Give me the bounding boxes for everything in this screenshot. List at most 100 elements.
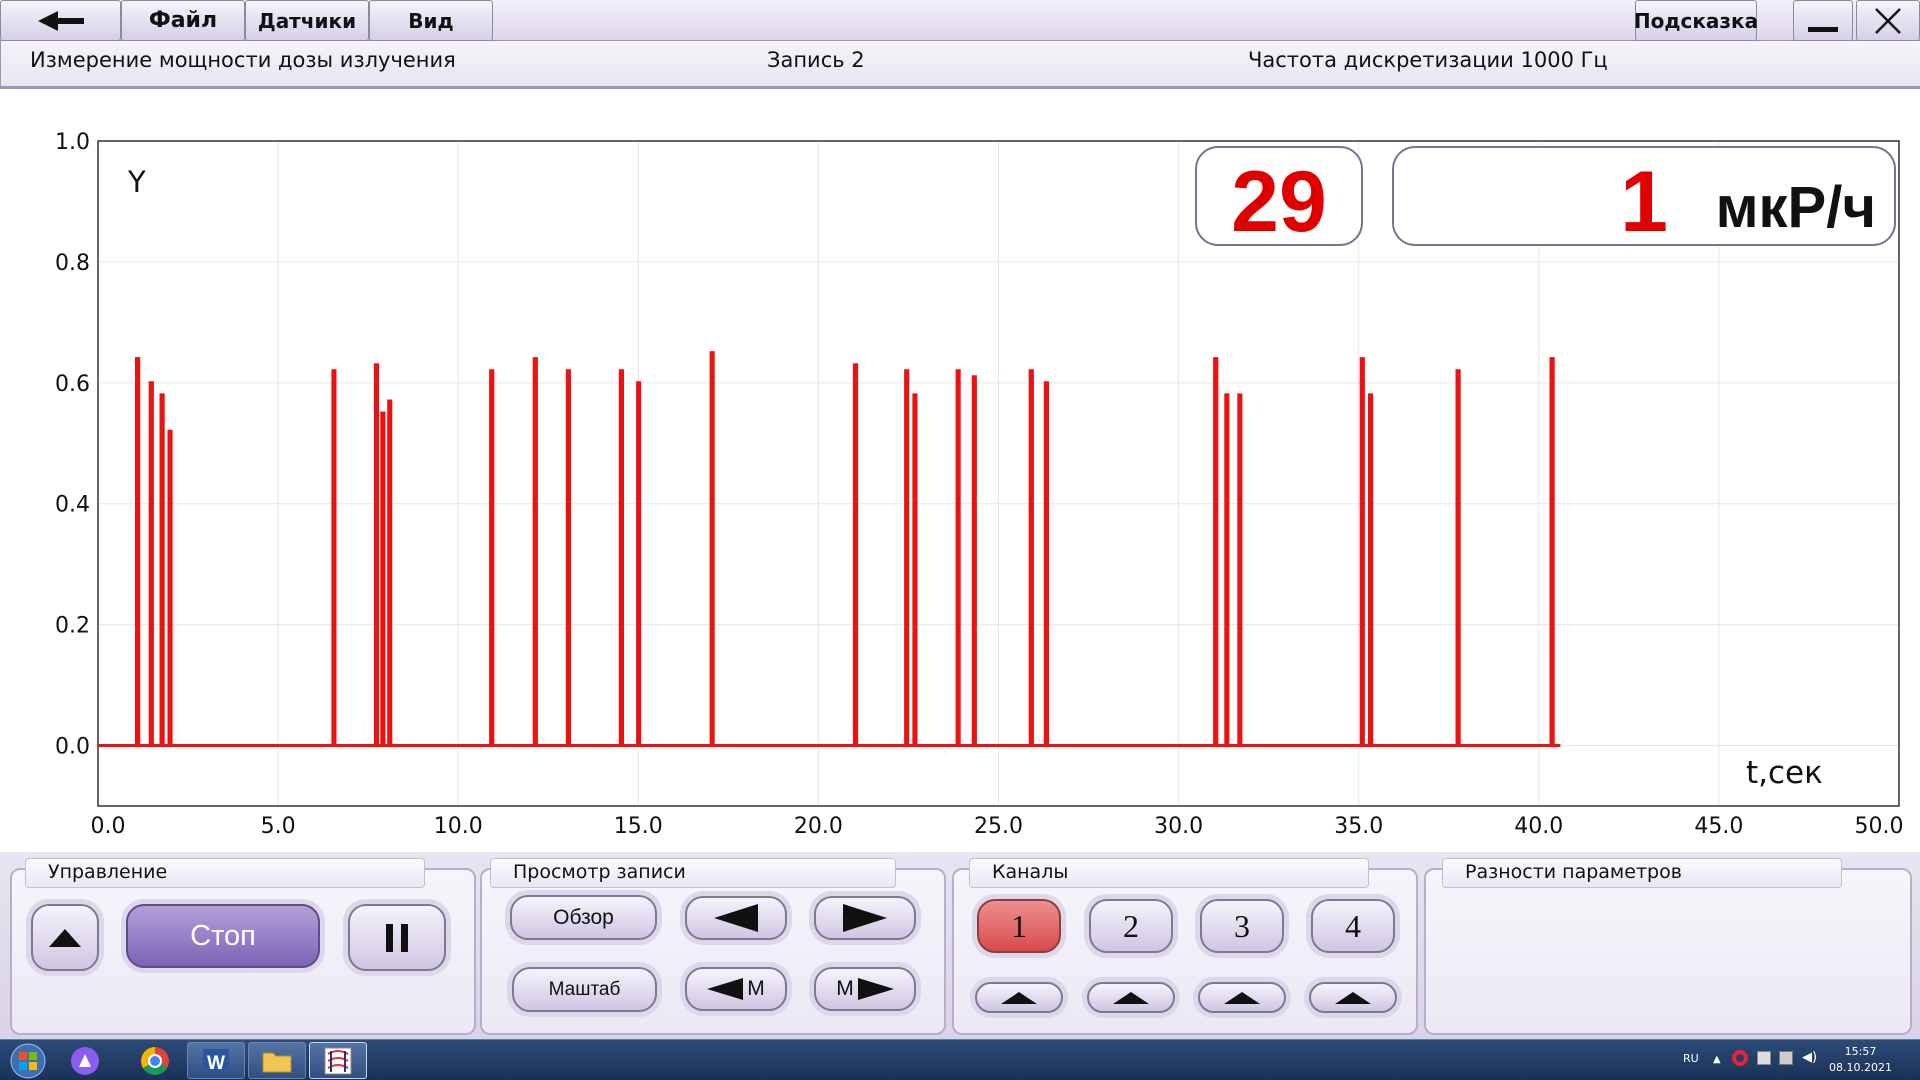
minimize-icon [1808,27,1838,32]
dose-unit: мкР/ч [1716,175,1876,240]
measurement-title: Измерение мощности дозы излучения [30,48,456,72]
y-tick-label: 1.0 [55,130,90,155]
tray-opera-icon[interactable] [1732,1050,1748,1066]
alice-icon [71,1046,99,1075]
channel-4-button[interactable]: 4 [1311,899,1395,953]
x-axis-label: t,сек [1746,755,1823,791]
arrow-right-icon [857,978,894,1000]
arrow-up-icon [1113,991,1149,1004]
y-tick-label: 0.4 [55,493,90,518]
back-arrow-icon [37,10,84,31]
y-axis-label: Y [127,165,146,199]
channel-2-up-button[interactable] [1087,982,1175,1013]
scale-button[interactable]: Маштаб [512,967,657,1012]
arrow-up-icon [1001,991,1037,1004]
zoom-right-m-label: М [836,977,854,1000]
arrow-right-icon [843,904,887,932]
scroll-left-button[interactable] [685,896,787,940]
channel-1-up-button[interactable] [975,982,1063,1013]
channel-3-button[interactable]: 3 [1200,899,1284,953]
windows-logo-icon [10,1043,46,1078]
up-button[interactable] [31,904,99,971]
tray-arrow-icon[interactable]: ▲ [1713,1054,1721,1065]
x-tick-label: 35.0 [1334,814,1383,839]
zoom-right-button[interactable]: М [814,967,916,1011]
close-icon [1875,7,1901,34]
clock[interactable]: 15:57 08.10.2021 [1829,1044,1892,1076]
arrow-left-icon [714,904,758,932]
clock-date: 08.10.2021 [1829,1061,1892,1074]
word-button[interactable]: W [187,1042,245,1079]
scroll-right-button[interactable] [814,896,916,940]
x-tick-label: 10.0 [434,814,483,839]
alice-button[interactable] [66,1042,104,1079]
back-button[interactable] [0,0,121,41]
diff-group [1424,868,1912,1035]
zoom-left-button[interactable]: М [685,967,787,1011]
word-icon: W [203,1048,229,1074]
control-group-title: Управление [25,858,425,888]
y-tick-label: 0.6 [55,372,90,397]
clock-time: 15:57 [1844,1045,1877,1058]
tray-network-icon[interactable] [1779,1051,1793,1065]
chrome-button[interactable] [136,1042,174,1079]
sample-rate-label: Частота дискретизации 1000 Гц [1248,48,1608,72]
menu-bar: Файл Датчики Вид Подсказка [0,0,1920,41]
hint-button[interactable]: Подсказка [1634,0,1758,41]
arrow-up-icon [49,928,81,947]
channel-3-up-button[interactable] [1198,982,1286,1013]
signal-trace [98,351,1561,747]
x-tick-label: 15.0 [614,814,663,839]
channel-4-up-button[interactable] [1309,982,1397,1013]
x-tick-label: 30.0 [1154,814,1203,839]
channel-2-button[interactable]: 2 [1089,899,1173,953]
pause-icon [386,923,408,952]
tray-flag-icon[interactable] [1757,1051,1771,1065]
diff-group-title: Разности параметров [1442,858,1842,888]
dose-value: 1 [1620,154,1668,250]
app-button[interactable] [309,1042,367,1079]
info-bar: Измерение мощности дозы излучения Запись… [0,41,1920,89]
menu-file[interactable]: Файл [121,0,245,41]
taskbar: W RU ▲ ◀) 15:57 08.10.2021 [0,1039,1920,1080]
view-group-title: Просмотр записи [490,858,896,888]
x-tick-label: 50.0 [1855,814,1904,839]
x-tick-label: 40.0 [1514,814,1563,839]
channel-3-label: 3 [1234,907,1250,944]
close-button[interactable] [1856,0,1920,41]
y-tick-label: 0.0 [55,735,90,760]
x-tick-label: 5.0 [261,814,296,839]
arrow-left-icon [707,978,744,1000]
channel-2-label: 2 [1123,907,1139,944]
overview-button[interactable]: Обзор [510,895,657,940]
record-label: Запись 2 [767,48,865,72]
chrome-icon [141,1046,169,1075]
explorer-button[interactable] [248,1042,306,1079]
channel-1-label: 1 [1011,907,1027,944]
start-button[interactable] [4,1042,52,1079]
language-indicator[interactable]: RU [1683,1052,1699,1065]
menu-sensors[interactable]: Датчики [245,0,369,41]
pause-button[interactable] [348,904,446,971]
x-tick-label: 0.0 [91,814,126,839]
arrow-up-icon [1224,991,1260,1004]
y-tick-labels: 0.0 0.2 0.4 0.6 0.8 1.0 [55,130,90,760]
channels-group-title: Каналы [969,858,1369,888]
x-tick-labels: 0.0 5.0 10.0 15.0 20.0 25.0 30.0 35.0 40.0 45.0 50… [91,814,1904,839]
chart[interactable]: 0.0 0.2 0.4 0.6 0.8 1.0 0.0 5.0 10.0 15.0 20.0 25.… [0,100,1920,852]
menu-view[interactable]: Вид [369,0,493,41]
stop-button[interactable]: Стоп [126,904,320,968]
svg-text:W: W [207,1053,225,1074]
app-icon [324,1047,352,1074]
channel-1-button[interactable]: 1 [977,899,1061,953]
x-tick-label: 20.0 [794,814,843,839]
y-tick-label: 0.8 [55,251,90,276]
x-tick-label: 25.0 [974,814,1023,839]
count-value: 29 [1231,154,1327,250]
folder-icon [262,1052,292,1072]
minimize-button[interactable] [1793,0,1853,41]
channel-4-label: 4 [1345,907,1361,944]
arrow-up-icon [1335,991,1371,1004]
zoom-left-m-label: М [747,977,765,1000]
tray-volume-icon[interactable]: ◀) [1802,1050,1817,1065]
